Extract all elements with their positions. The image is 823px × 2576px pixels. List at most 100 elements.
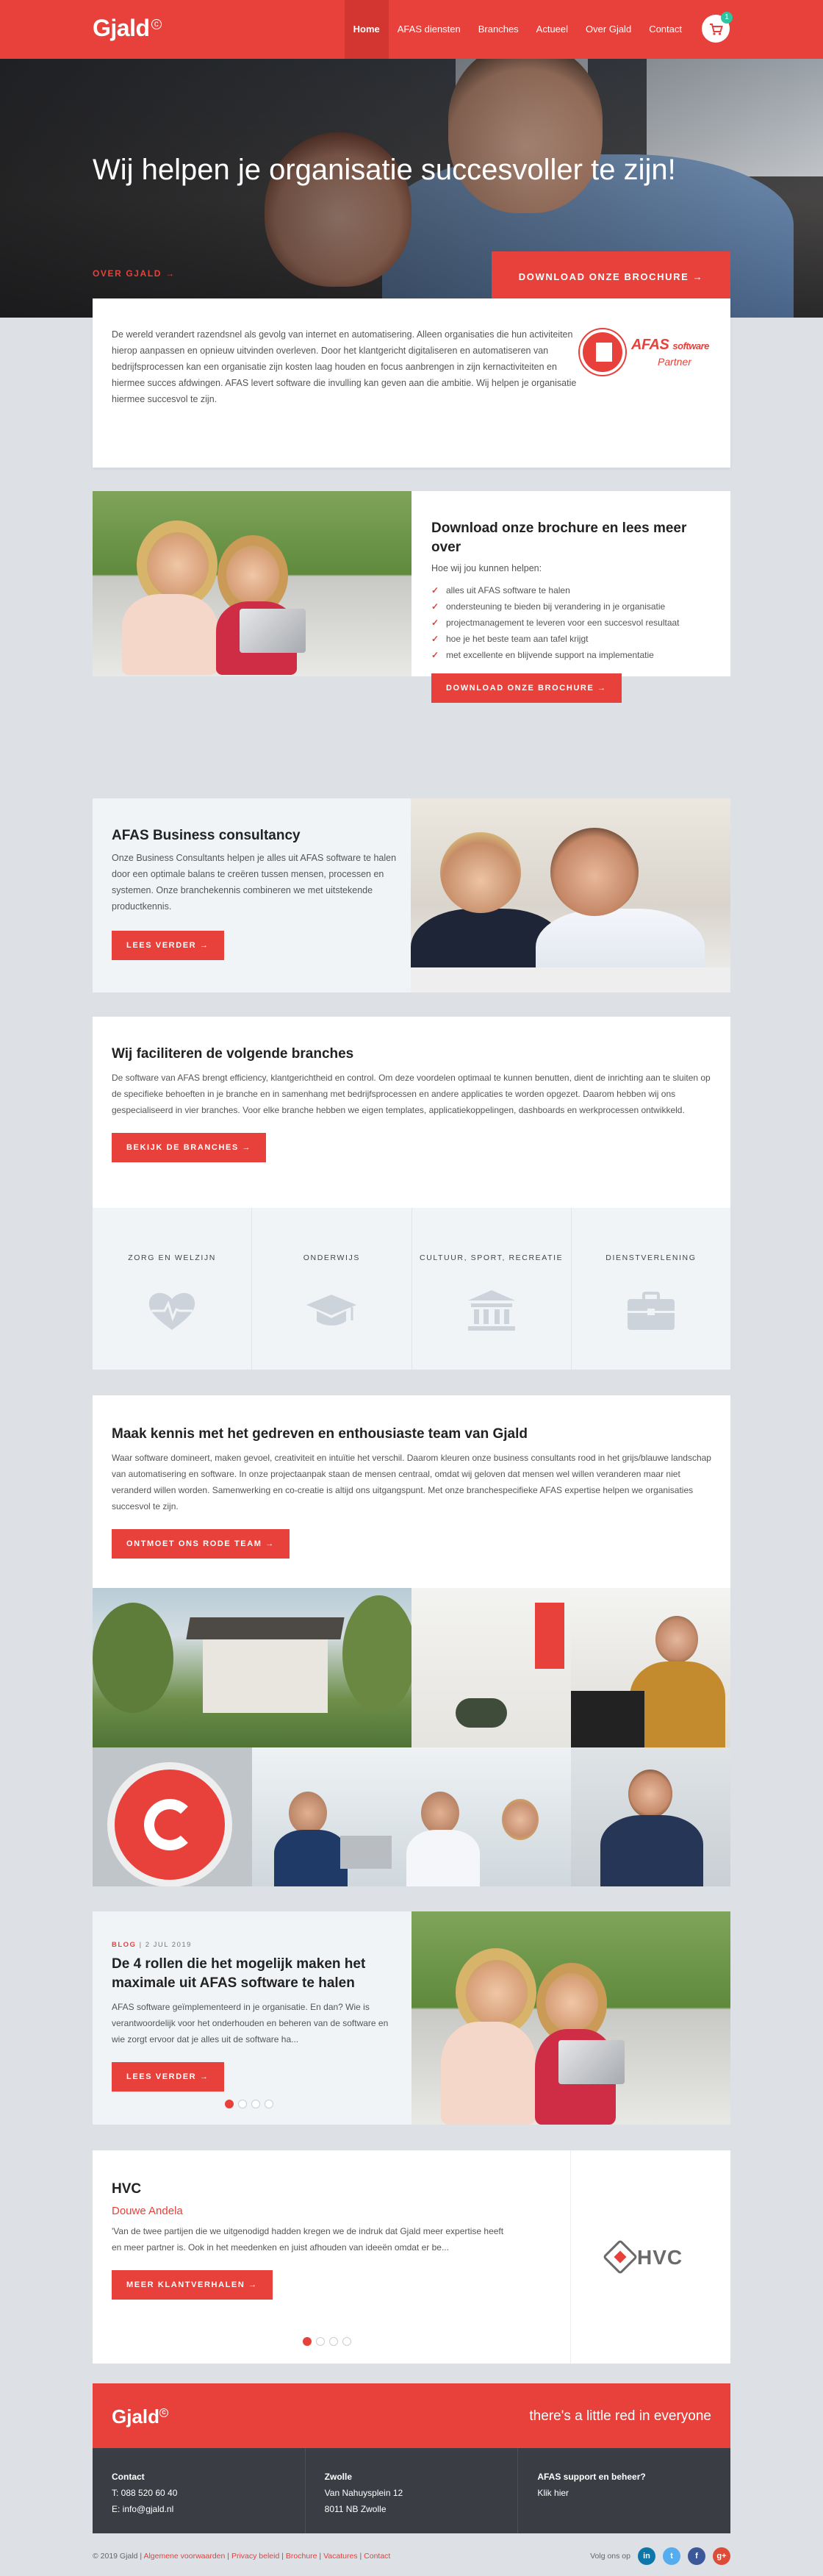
- copyright: © 2019 Gjald: [93, 2552, 138, 2561]
- footer-contact-title: Contact: [112, 2472, 145, 2482]
- blog-meta: BLOG | 2 JUL 2019: [112, 1941, 192, 1949]
- brochure-title: Download onze brochure en lees meer over: [431, 520, 687, 555]
- heartbeat-icon: [149, 1292, 195, 1330]
- photo-laptop: [340, 1836, 392, 1869]
- brochure-card: Download onze brochure en lees meer over…: [93, 491, 730, 703]
- footer-email[interactable]: E: info@gjald.nl: [112, 2501, 286, 2517]
- footer-street: Van Nahuysplein 12: [324, 2488, 403, 2498]
- footer-logo[interactable]: Gjald c: [112, 2405, 169, 2428]
- nav-home[interactable]: Home: [344, 0, 389, 59]
- carousel-dot[interactable]: [303, 2337, 312, 2346]
- footer-link-brochure[interactable]: Brochure: [286, 2552, 317, 2561]
- blog-title[interactable]: De 4 rollen die het mogelijk maken het m…: [112, 1955, 398, 1993]
- consultancy-read-more-button[interactable]: LEES VERDER: [112, 931, 224, 960]
- branch-label: CULTUUR, SPORT, RECREATIE: [420, 1253, 564, 1262]
- footer-link-contact[interactable]: Contact: [364, 2552, 390, 2561]
- carousel-dot[interactable]: [238, 2100, 247, 2108]
- hero-banner: Wij helpen je organisatie succesvoller t…: [0, 59, 823, 318]
- nav-contact[interactable]: Contact: [640, 0, 691, 59]
- photo-face: [655, 1616, 698, 1663]
- nav-actueel[interactable]: Actueel: [528, 0, 577, 59]
- hero-download-brochure-button[interactable]: DOWNLOAD ONZE BROCHURE: [492, 251, 730, 303]
- footer-info: Contact T: 088 520 60 40 E: info@gjald.n…: [93, 2448, 730, 2533]
- linkedin-icon[interactable]: in: [638, 2547, 655, 2565]
- photo-tree: [342, 1595, 412, 1713]
- footer-link-privacy[interactable]: Privacy beleid: [231, 2552, 279, 2561]
- brochure-download-button[interactable]: DOWNLOAD ONZE BROCHURE: [431, 673, 622, 703]
- intro-text: De wereld verandert razendsnel als gevol…: [112, 329, 577, 404]
- branch-label: DIENSTVERLENING: [605, 1253, 697, 1262]
- nav-over-gjald[interactable]: Over Gjald: [577, 0, 640, 59]
- team-photo-meeting: [252, 1747, 571, 1886]
- carousel-dot[interactable]: [316, 2337, 325, 2346]
- carousel-dot[interactable]: [225, 2100, 234, 2108]
- facebook-icon[interactable]: f: [688, 2547, 705, 2565]
- team-photo-grid: [93, 1588, 730, 1886]
- hero-title: Wij helpen je organisatie succesvoller t…: [93, 154, 676, 186]
- hvc-logo-text: HVC: [637, 2246, 683, 2269]
- footer-address: Zwolle Van Nahuysplein 12 8011 NB Zwolle: [306, 2448, 519, 2533]
- testimonial-carousel-dots: [303, 2337, 351, 2346]
- photo-desk: [411, 967, 730, 992]
- footer-link-terms[interactable]: Algemene voorwaarden: [143, 2552, 225, 2561]
- blog-date: 2 JUL 2019: [145, 1941, 192, 1949]
- brochure-photo: [93, 491, 412, 676]
- photo-shirt: [406, 1830, 480, 1886]
- photo-face: [440, 832, 521, 913]
- photo-face: [421, 1792, 459, 1834]
- footer-support-link[interactable]: Klik hier: [537, 2485, 711, 2501]
- carousel-dot[interactable]: [329, 2337, 338, 2346]
- footer-link-vacatures[interactable]: Vacatures: [323, 2552, 358, 2561]
- photo-face: [466, 1960, 528, 2026]
- branches-view-button[interactable]: BEKIJK DE BRANCHES: [112, 1133, 267, 1162]
- branches-title: Wij faciliteren de volgende branches: [112, 1046, 354, 1062]
- carousel-dot[interactable]: [342, 2337, 351, 2346]
- photo-building: [203, 1632, 328, 1713]
- top-bar: Gjald c Home AFAS diensten Branches Actue…: [0, 0, 823, 59]
- team-text: Waar software domineert, maken gevoel, c…: [112, 1453, 711, 1511]
- follow-us-label: Volg ons op: [590, 2552, 630, 2561]
- carousel-dot[interactable]: [265, 2100, 273, 2108]
- photo-face: [502, 1799, 539, 1840]
- blog-card: BLOG | 2 JUL 2019 De 4 rollen die het mo…: [93, 1911, 730, 2125]
- hvc-mark-icon: [602, 2239, 639, 2275]
- branches-card: Wij faciliteren de volgende branches De …: [93, 1017, 730, 1370]
- carousel-dot[interactable]: [251, 2100, 260, 2108]
- brochure-subtitle: Hoe wij jou kunnen helpen:: [431, 563, 542, 573]
- branch-dienstverlening[interactable]: DIENSTVERLENING: [572, 1208, 730, 1370]
- briefcase-icon: [627, 1292, 675, 1330]
- testimonial-company: HVC: [112, 2181, 142, 2197]
- blog-excerpt: AFAS software geïmplementeerd in je orga…: [112, 2002, 389, 2044]
- photo-laptop: [240, 609, 306, 653]
- meet-team-button[interactable]: ONTMOET ONS RODE TEAM: [112, 1529, 290, 1559]
- photo-screen: [571, 1691, 644, 1747]
- benefit-item: ondersteuning te bieden bij verandering …: [431, 598, 711, 615]
- branch-onderwijs[interactable]: ONDERWIJS: [252, 1208, 412, 1370]
- graduation-cap-icon: [306, 1295, 357, 1325]
- blog-category[interactable]: BLOG: [112, 1941, 136, 1949]
- footer-bottom: © 2019 Gjald | Algemene voorwaarden | Pr…: [93, 2546, 730, 2566]
- photo-face: [545, 1973, 598, 2032]
- branch-cultuur-sport-recreatie[interactable]: CULTUUR, SPORT, RECREATIE: [412, 1208, 572, 1370]
- footer-phone[interactable]: T: 088 520 60 40: [112, 2485, 286, 2501]
- benefit-item: met excellente en blijvende support na i…: [431, 647, 711, 663]
- blog-read-more-button[interactable]: LEES VERDER: [112, 2062, 224, 2092]
- branch-zorg-en-welzijn[interactable]: ZORG EN WELZIJN: [93, 1208, 253, 1370]
- nav-afas-diensten[interactable]: AFAS diensten: [389, 0, 470, 59]
- blog-carousel-dots: [225, 2100, 273, 2108]
- footer-support: AFAS support en beheer? Klik hier: [518, 2448, 730, 2533]
- cart-count-badge: 1: [721, 12, 733, 24]
- cart-button[interactable]: 1: [702, 12, 733, 43]
- googleplus-icon[interactable]: g+: [713, 2547, 730, 2565]
- over-gjald-link[interactable]: OVER GJALD: [93, 268, 176, 279]
- nav-branches[interactable]: Branches: [470, 0, 528, 59]
- site-logo[interactable]: Gjald c: [93, 15, 162, 42]
- footer-banner: Gjald c there's a little red in everyone: [93, 2383, 730, 2448]
- photo-shirt: [441, 2022, 536, 2125]
- more-customer-stories-button[interactable]: MEER KLANTVERHALEN: [112, 2270, 273, 2300]
- photo-shirt: [274, 1830, 348, 1886]
- blog-photo: [412, 1911, 730, 2125]
- twitter-icon[interactable]: t: [663, 2547, 680, 2565]
- photo-tree: [93, 1603, 173, 1713]
- photo-face: [147, 532, 209, 598]
